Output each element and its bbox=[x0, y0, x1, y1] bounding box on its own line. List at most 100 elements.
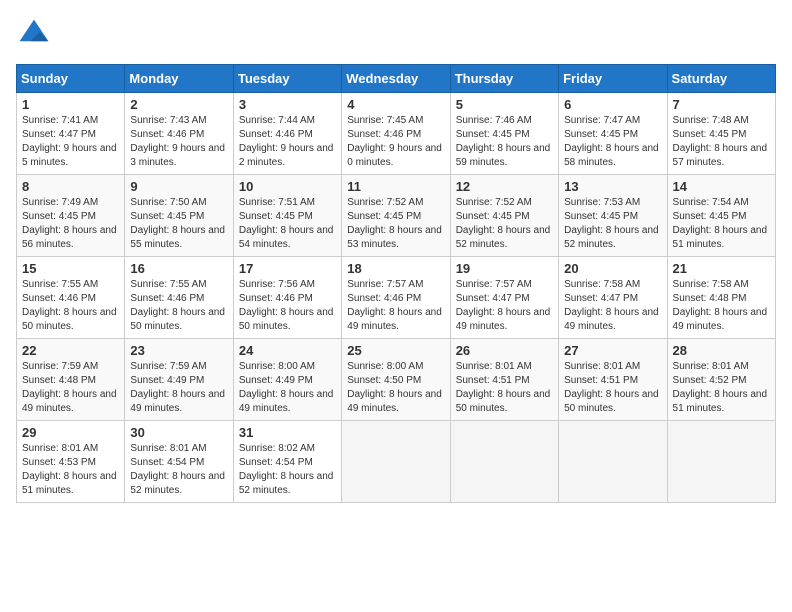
calendar-cell: 11 Sunrise: 7:52 AMSunset: 4:45 PMDayligh… bbox=[342, 175, 450, 257]
col-header-saturday: Saturday bbox=[667, 65, 775, 93]
calendar-table: SundayMondayTuesdayWednesdayThursdayFrid… bbox=[16, 64, 776, 503]
day-number: 1 bbox=[22, 97, 119, 112]
day-number: 24 bbox=[239, 343, 336, 358]
calendar-cell: 3 Sunrise: 7:44 AMSunset: 4:46 PMDaylight… bbox=[233, 93, 341, 175]
calendar-cell: 15 Sunrise: 7:55 AMSunset: 4:46 PMDayligh… bbox=[17, 257, 125, 339]
cell-info: Sunrise: 7:43 AMSunset: 4:46 PMDaylight:… bbox=[130, 115, 225, 168]
day-number: 28 bbox=[673, 343, 770, 358]
cell-info: Sunrise: 7:58 AMSunset: 4:48 PMDaylight:… bbox=[673, 279, 768, 332]
cell-info: Sunrise: 7:56 AMSunset: 4:46 PMDaylight:… bbox=[239, 279, 334, 332]
cell-info: Sunrise: 7:59 AMSunset: 4:49 PMDaylight:… bbox=[130, 361, 225, 414]
calendar-week-row: 29 Sunrise: 8:01 AMSunset: 4:53 PMDayligh… bbox=[17, 421, 776, 503]
day-number: 12 bbox=[456, 179, 553, 194]
cell-info: Sunrise: 7:44 AMSunset: 4:46 PMDaylight:… bbox=[239, 115, 334, 168]
cell-info: Sunrise: 7:55 AMSunset: 4:46 PMDaylight:… bbox=[130, 279, 225, 332]
day-number: 25 bbox=[347, 343, 444, 358]
calendar-cell: 12 Sunrise: 7:52 AMSunset: 4:45 PMDayligh… bbox=[450, 175, 558, 257]
day-number: 29 bbox=[22, 425, 119, 440]
day-number: 19 bbox=[456, 261, 553, 276]
calendar-week-row: 22 Sunrise: 7:59 AMSunset: 4:48 PMDayligh… bbox=[17, 339, 776, 421]
day-number: 9 bbox=[130, 179, 227, 194]
cell-info: Sunrise: 8:01 AMSunset: 4:51 PMDaylight:… bbox=[564, 361, 659, 414]
cell-info: Sunrise: 7:57 AMSunset: 4:47 PMDaylight:… bbox=[456, 279, 551, 332]
cell-info: Sunrise: 7:51 AMSunset: 4:45 PMDaylight:… bbox=[239, 197, 334, 250]
calendar-week-row: 15 Sunrise: 7:55 AMSunset: 4:46 PMDayligh… bbox=[17, 257, 776, 339]
cell-info: Sunrise: 7:57 AMSunset: 4:46 PMDaylight:… bbox=[347, 279, 442, 332]
calendar-cell: 21Sunrise: 7:58 AMSunset: 4:48 PMDayligh… bbox=[667, 257, 775, 339]
day-number: 18 bbox=[347, 261, 444, 276]
calendar-cell: 19 Sunrise: 7:57 AMSunset: 4:47 PMDayligh… bbox=[450, 257, 558, 339]
cell-info: Sunrise: 8:02 AMSunset: 4:54 PMDaylight:… bbox=[239, 443, 334, 496]
day-number: 26 bbox=[456, 343, 553, 358]
page-header bbox=[16, 16, 776, 52]
day-number: 10 bbox=[239, 179, 336, 194]
cell-info: Sunrise: 7:49 AMSunset: 4:45 PMDaylight:… bbox=[22, 197, 117, 250]
calendar-cell: 23 Sunrise: 7:59 AMSunset: 4:49 PMDayligh… bbox=[125, 339, 233, 421]
cell-info: Sunrise: 7:46 AMSunset: 4:45 PMDaylight:… bbox=[456, 115, 551, 168]
day-number: 30 bbox=[130, 425, 227, 440]
col-header-tuesday: Tuesday bbox=[233, 65, 341, 93]
day-number: 14 bbox=[673, 179, 770, 194]
calendar-cell: 1 Sunrise: 7:41 AMSunset: 4:47 PMDaylight… bbox=[17, 93, 125, 175]
cell-info: Sunrise: 7:58 AMSunset: 4:47 PMDaylight:… bbox=[564, 279, 659, 332]
calendar-cell: 27 Sunrise: 8:01 AMSunset: 4:51 PMDayligh… bbox=[559, 339, 667, 421]
col-header-sunday: Sunday bbox=[17, 65, 125, 93]
calendar-cell: 8 Sunrise: 7:49 AMSunset: 4:45 PMDaylight… bbox=[17, 175, 125, 257]
col-header-thursday: Thursday bbox=[450, 65, 558, 93]
day-number: 4 bbox=[347, 97, 444, 112]
calendar-cell: 26 Sunrise: 8:01 AMSunset: 4:51 PMDayligh… bbox=[450, 339, 558, 421]
day-number: 27 bbox=[564, 343, 661, 358]
day-number: 23 bbox=[130, 343, 227, 358]
day-number: 8 bbox=[22, 179, 119, 194]
calendar-cell: 6 Sunrise: 7:47 AMSunset: 4:45 PMDaylight… bbox=[559, 93, 667, 175]
day-number: 20 bbox=[564, 261, 661, 276]
day-number: 22 bbox=[22, 343, 119, 358]
calendar-cell: 2Sunrise: 7:43 AMSunset: 4:46 PMDaylight… bbox=[125, 93, 233, 175]
col-header-monday: Monday bbox=[125, 65, 233, 93]
cell-info: Sunrise: 7:52 AMSunset: 4:45 PMDaylight:… bbox=[456, 197, 551, 250]
logo bbox=[16, 16, 56, 52]
day-number: 16 bbox=[130, 261, 227, 276]
cell-info: Sunrise: 8:01 AMSunset: 4:54 PMDaylight:… bbox=[130, 443, 225, 496]
calendar-cell: 16 Sunrise: 7:55 AMSunset: 4:46 PMDayligh… bbox=[125, 257, 233, 339]
calendar-cell: 7Sunrise: 7:48 AMSunset: 4:45 PMDaylight… bbox=[667, 93, 775, 175]
cell-info: Sunrise: 7:50 AMSunset: 4:45 PMDaylight:… bbox=[130, 197, 225, 250]
cell-info: Sunrise: 7:45 AMSunset: 4:46 PMDaylight:… bbox=[347, 115, 442, 168]
cell-info: Sunrise: 8:01 AMSunset: 4:52 PMDaylight:… bbox=[673, 361, 768, 414]
day-number: 13 bbox=[564, 179, 661, 194]
day-number: 15 bbox=[22, 261, 119, 276]
cell-info: Sunrise: 7:48 AMSunset: 4:45 PMDaylight:… bbox=[673, 115, 768, 168]
day-number: 6 bbox=[564, 97, 661, 112]
calendar-cell: 5 Sunrise: 7:46 AMSunset: 4:45 PMDaylight… bbox=[450, 93, 558, 175]
calendar-cell: 17 Sunrise: 7:56 AMSunset: 4:46 PMDayligh… bbox=[233, 257, 341, 339]
cell-info: Sunrise: 8:00 AMSunset: 4:50 PMDaylight:… bbox=[347, 361, 442, 414]
calendar-week-row: 8 Sunrise: 7:49 AMSunset: 4:45 PMDaylight… bbox=[17, 175, 776, 257]
calendar-cell: 10 Sunrise: 7:51 AMSunset: 4:45 PMDayligh… bbox=[233, 175, 341, 257]
logo-icon bbox=[16, 16, 52, 52]
calendar-cell bbox=[667, 421, 775, 503]
cell-info: Sunrise: 7:55 AMSunset: 4:46 PMDaylight:… bbox=[22, 279, 117, 332]
cell-info: Sunrise: 7:41 AMSunset: 4:47 PMDaylight:… bbox=[22, 115, 117, 168]
calendar-cell bbox=[342, 421, 450, 503]
calendar-cell: 18 Sunrise: 7:57 AMSunset: 4:46 PMDayligh… bbox=[342, 257, 450, 339]
day-number: 3 bbox=[239, 97, 336, 112]
calendar-cell: 30 Sunrise: 8:01 AMSunset: 4:54 PMDayligh… bbox=[125, 421, 233, 503]
cell-info: Sunrise: 8:01 AMSunset: 4:51 PMDaylight:… bbox=[456, 361, 551, 414]
calendar-cell: 28 Sunrise: 8:01 AMSunset: 4:52 PMDayligh… bbox=[667, 339, 775, 421]
calendar-cell: 29 Sunrise: 8:01 AMSunset: 4:53 PMDayligh… bbox=[17, 421, 125, 503]
cell-info: Sunrise: 8:01 AMSunset: 4:53 PMDaylight:… bbox=[22, 443, 117, 496]
day-number: 31 bbox=[239, 425, 336, 440]
cell-info: Sunrise: 7:52 AMSunset: 4:45 PMDaylight:… bbox=[347, 197, 442, 250]
calendar-cell: 13 Sunrise: 7:53 AMSunset: 4:45 PMDayligh… bbox=[559, 175, 667, 257]
day-number: 11 bbox=[347, 179, 444, 194]
day-number: 5 bbox=[456, 97, 553, 112]
cell-info: Sunrise: 7:59 AMSunset: 4:48 PMDaylight:… bbox=[22, 361, 117, 414]
day-number: 17 bbox=[239, 261, 336, 276]
calendar-cell bbox=[450, 421, 558, 503]
cell-info: Sunrise: 7:47 AMSunset: 4:45 PMDaylight:… bbox=[564, 115, 659, 168]
calendar-week-row: 1 Sunrise: 7:41 AMSunset: 4:47 PMDaylight… bbox=[17, 93, 776, 175]
calendar-cell: 31 Sunrise: 8:02 AMSunset: 4:54 PMDayligh… bbox=[233, 421, 341, 503]
col-header-wednesday: Wednesday bbox=[342, 65, 450, 93]
calendar-cell: 20 Sunrise: 7:58 AMSunset: 4:47 PMDayligh… bbox=[559, 257, 667, 339]
cell-info: Sunrise: 7:53 AMSunset: 4:45 PMDaylight:… bbox=[564, 197, 659, 250]
